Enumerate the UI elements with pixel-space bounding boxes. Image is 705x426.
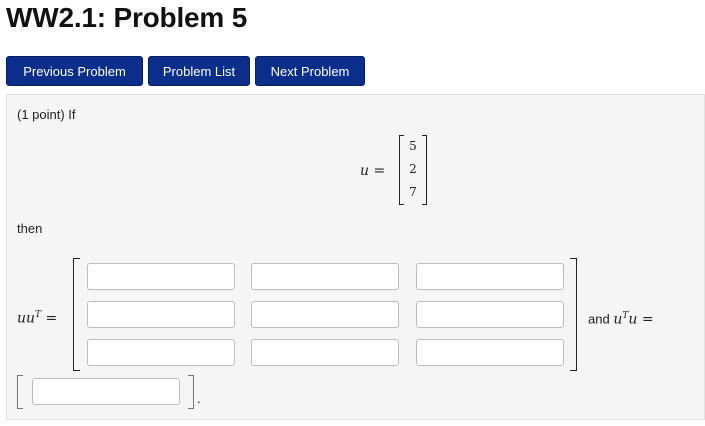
- matrix-entry-r1c1[interactable]: [87, 263, 235, 290]
- u-label: u =: [360, 163, 386, 179]
- next-problem-button[interactable]: Next Problem: [255, 56, 365, 86]
- matrix-entry-r2c1[interactable]: [87, 301, 235, 328]
- matrix-entry-r2c3[interactable]: [416, 301, 564, 328]
- page-title: WW2.1: Problem 5: [6, 2, 248, 33]
- u-entry-3: 7: [409, 185, 417, 199]
- problem-panel: [6, 94, 705, 420]
- scalar-answer-input[interactable]: [32, 378, 180, 405]
- period-text: .: [197, 391, 201, 406]
- inner-product-label: and uTu =: [588, 311, 654, 328]
- problem-list-button[interactable]: Problem List: [148, 56, 250, 86]
- matrix-entry-r2c2[interactable]: [251, 301, 399, 328]
- matrix-entry-r3c3[interactable]: [416, 339, 564, 366]
- scalar-right-bracket: [188, 375, 194, 409]
- u-entry-2: 2: [409, 162, 417, 176]
- u-entry-1: 5: [409, 139, 417, 153]
- matrix-right-bracket: [570, 258, 577, 371]
- matrix-entry-r3c2[interactable]: [251, 339, 399, 366]
- previous-problem-button[interactable]: Previous Problem: [6, 56, 143, 86]
- then-text: then: [17, 221, 43, 236]
- matrix-entry-r1c2[interactable]: [251, 263, 399, 290]
- matrix-entry-r1c3[interactable]: [416, 263, 564, 290]
- outer-product-label: uuT =: [17, 310, 58, 327]
- scalar-left-bracket: [17, 375, 23, 409]
- matrix-entry-r3c1[interactable]: [87, 339, 235, 366]
- u-vector: 5 2 7: [399, 135, 427, 205]
- problem-intro: (1 point) If: [17, 107, 76, 122]
- matrix-left-bracket: [73, 258, 80, 371]
